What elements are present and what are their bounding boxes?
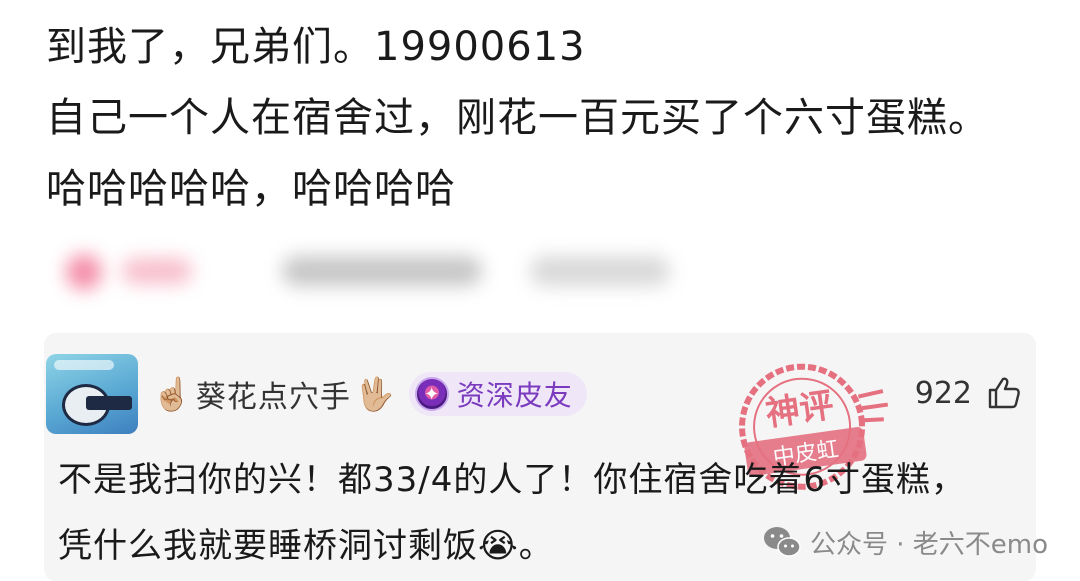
watermark-text: 公众号 · 老六不emo [809,529,1048,560]
heart-icon [66,254,102,290]
user-level-badge[interactable]: ✦ 资深皮友 [408,372,587,416]
blurred-action-bar [50,240,690,300]
comment-line-2-end: 。 [518,526,554,566]
post-line-3: 哈哈哈哈哈，哈哈哈哈 [46,166,456,212]
like-control[interactable]: 922 [915,370,1022,416]
comment-author-row: ☝🏼 葵花点穴手 🖖🏼 ✦ 资深皮友 [152,370,587,418]
avatar-decoration [86,396,132,410]
screenshot: 到我了，兄弟们。19900613 自己一个人在宿舍过，刚花一百元买了个六寸蛋糕。… [0,0,1080,581]
wechat-icon [763,527,801,557]
crying-face-icon: 😭 [478,526,519,566]
comment-line-2-text: 凭什么我就要睡桥洞讨剩饭 [58,526,478,566]
blurred-label [122,258,192,284]
like-count: 922 [914,375,972,411]
post-line-1: 到我了，兄弟们。19900613 [46,24,586,70]
vulcan-hand-icon: 🖖🏼 [354,375,395,413]
pointing-hand-icon: ☝🏼 [152,375,192,413]
blurred-label [282,256,482,286]
post-body: 到我了，兄弟们。19900613 自己一个人在宿舍过，刚花一百元买了个六寸蛋糕。… [46,12,989,225]
stamp-title: 神评 [763,385,836,434]
thumbs-up-icon[interactable] [986,375,1022,411]
comment-line-1: 不是我扫你的兴！都33/4的人了！你住宿舍吃着6寸蛋糕， [58,460,966,500]
watermark: 公众号 · 老六不emo [762,520,1048,564]
badge-label: 资深皮友 [456,379,573,412]
comment-username[interactable]: 葵花点穴手 [196,372,351,416]
post-line-2: 自己一个人在宿舍过，刚花一百元买了个六寸蛋糕。 [46,95,989,141]
level-medal-icon: ✦ [414,377,449,411]
blurred-label [530,256,670,286]
avatar[interactable] [46,354,138,434]
avatar-decoration [54,360,114,370]
